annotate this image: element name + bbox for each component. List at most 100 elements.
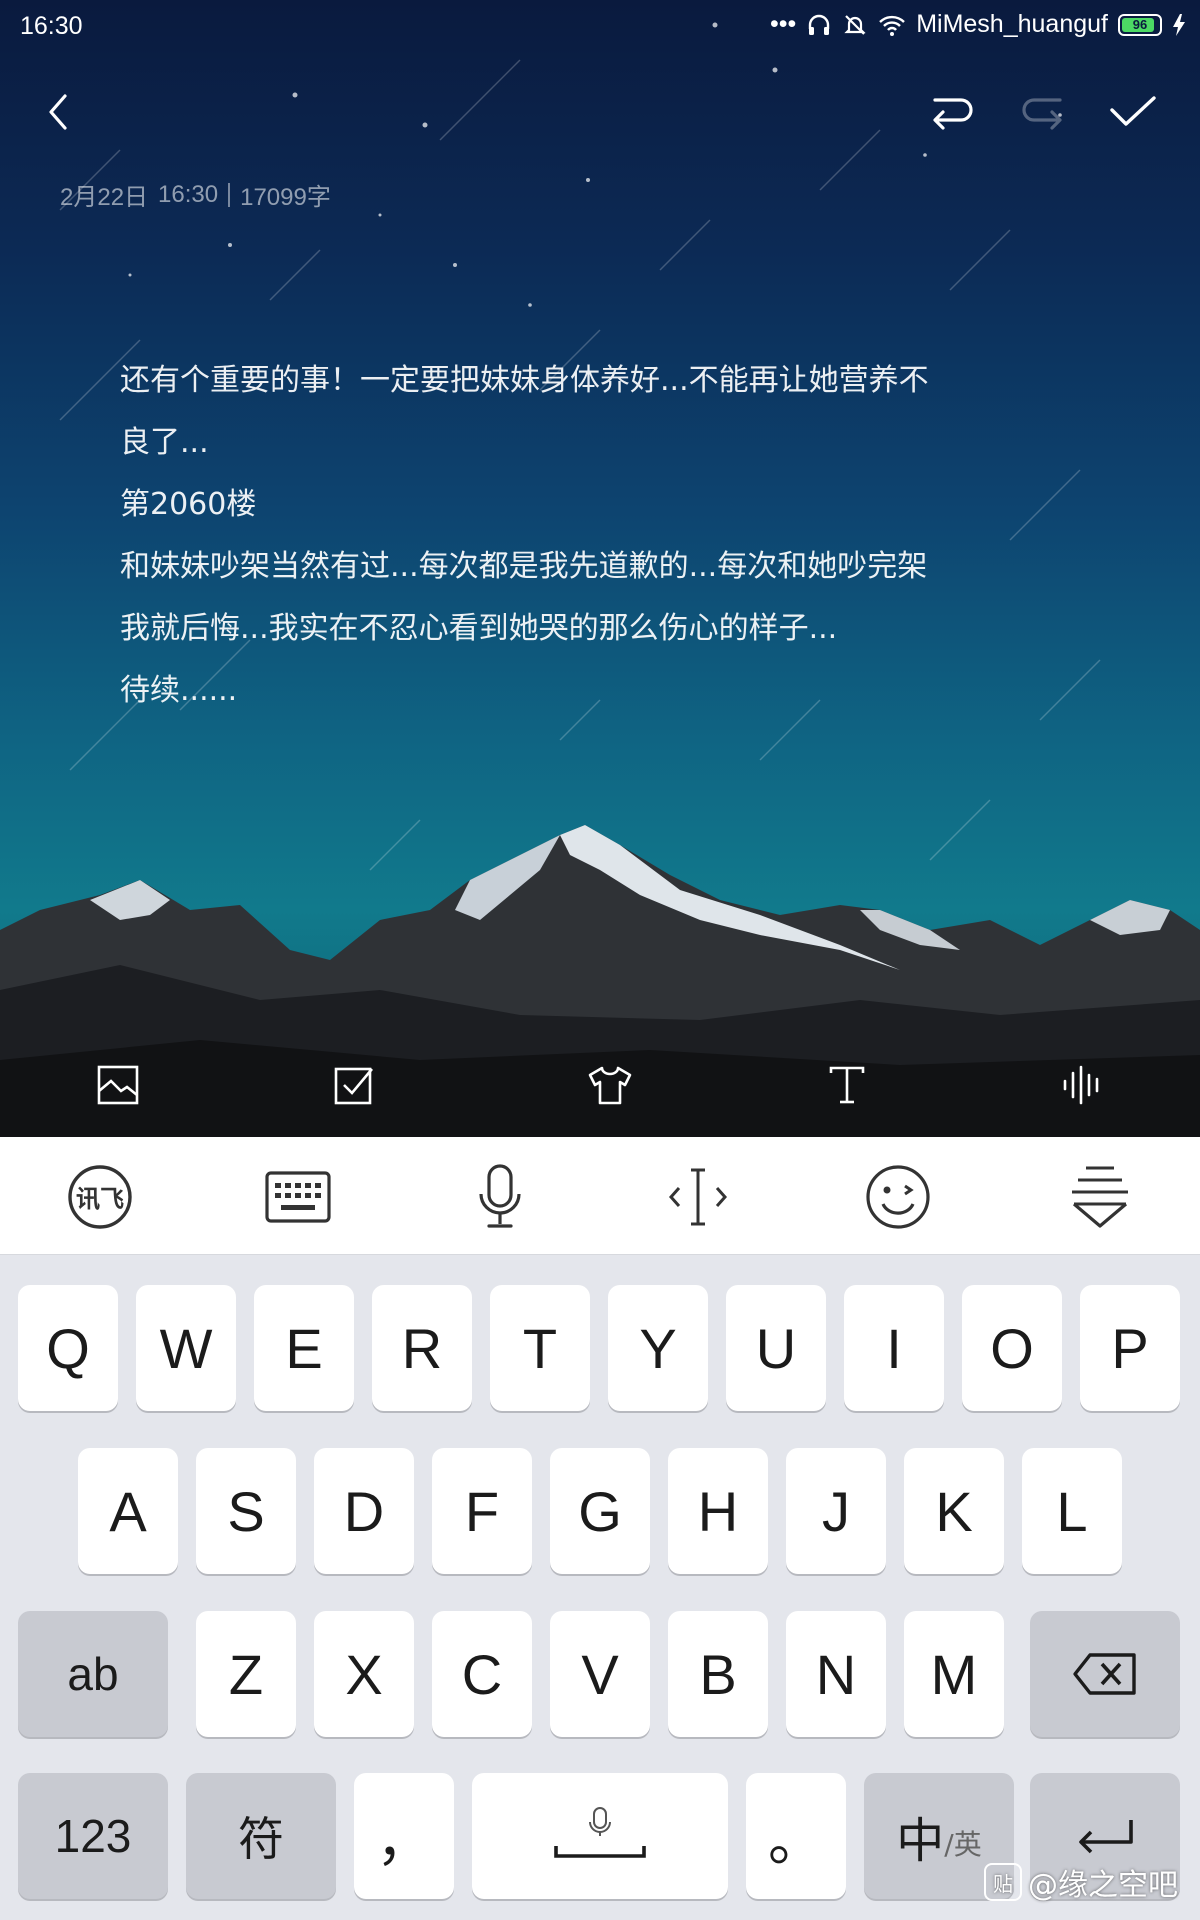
- comma-key[interactable]: ，: [354, 1773, 454, 1899]
- key-k[interactable]: K: [904, 1448, 1004, 1574]
- note-line: 我就后悔...我实在不忍心看到她哭的那么伤心的样子...: [120, 611, 838, 646]
- theme-shirt-icon: [588, 1066, 632, 1105]
- watermark: 贴 @缘之空吧: [984, 1860, 1178, 1904]
- key-o[interactable]: O: [962, 1285, 1062, 1411]
- hide-keyboard-button[interactable]: [1062, 1159, 1138, 1235]
- key-w[interactable]: W: [136, 1285, 236, 1411]
- emoji-icon: [866, 1165, 930, 1229]
- key-v[interactable]: V: [550, 1611, 650, 1737]
- note-date: 2月22日: [60, 184, 149, 211]
- keyboard-icon: [265, 1171, 331, 1223]
- theme-button[interactable]: [585, 1062, 635, 1108]
- lang-sub-label: /英: [944, 1828, 982, 1861]
- key-t[interactable]: T: [490, 1285, 590, 1411]
- enter-icon: [1079, 1820, 1133, 1854]
- key-q[interactable]: Q: [18, 1285, 118, 1411]
- note-editor-area: 16:30 ••• MiMesh_huanguf 96 2月22日 16:30 …: [0, 0, 1200, 1137]
- more-dots-icon: •••: [769, 10, 797, 38]
- back-button[interactable]: [36, 80, 80, 144]
- key-z[interactable]: Z: [196, 1611, 296, 1737]
- battery-level: 96: [1132, 17, 1148, 32]
- watermark-badge: 贴: [984, 1863, 1022, 1901]
- voice-input-button[interactable]: [462, 1159, 538, 1235]
- hide-keyboard-icon: [1072, 1166, 1128, 1228]
- key-r[interactable]: R: [372, 1285, 472, 1411]
- insert-checklist-button[interactable]: [330, 1062, 380, 1108]
- status-bar: 16:30 ••• MiMesh_huanguf 96: [0, 0, 1200, 52]
- key-f[interactable]: F: [432, 1448, 532, 1574]
- key-y[interactable]: Y: [608, 1285, 708, 1411]
- cursor-move-button[interactable]: [660, 1159, 736, 1235]
- wifi-network-name: MiMesh_huanguf: [916, 10, 1108, 38]
- ab-toggle-key[interactable]: ab: [18, 1611, 168, 1737]
- meta-divider: [228, 182, 231, 207]
- key-e[interactable]: E: [254, 1285, 354, 1411]
- checklist-icon: [334, 1067, 373, 1105]
- key-l[interactable]: L: [1022, 1448, 1122, 1574]
- space-key[interactable]: [472, 1773, 728, 1899]
- note-line: 第2060楼: [120, 487, 257, 522]
- note-body-text[interactable]: 还有个重要的事！一定要把妹妹身体养好...不能再让她营养不 良了... 第206…: [120, 350, 1060, 722]
- image-icon: [97, 1065, 139, 1105]
- note-line: 待续......: [120, 673, 238, 708]
- ifly-logo-button[interactable]: 讯飞: [62, 1159, 138, 1235]
- charging-bolt-icon: [1173, 13, 1185, 36]
- key-b[interactable]: B: [668, 1611, 768, 1737]
- keyboard-switch-button[interactable]: [260, 1159, 336, 1235]
- space-mic-icon: [554, 1807, 646, 1858]
- headphones-icon: [809, 14, 830, 35]
- key-h[interactable]: H: [668, 1448, 768, 1574]
- key-x[interactable]: X: [314, 1611, 414, 1737]
- key-n[interactable]: N: [786, 1611, 886, 1737]
- note-top-bar: [0, 80, 1200, 144]
- format-toolbar: [0, 1050, 1200, 1120]
- undo-button[interactable]: [925, 80, 979, 144]
- text-format-icon: [829, 1066, 865, 1104]
- status-time: 16:30: [20, 12, 83, 40]
- key-i[interactable]: I: [844, 1285, 944, 1411]
- wifi-icon: [879, 15, 906, 36]
- undo-icon: [933, 98, 973, 130]
- redo-icon: [1022, 98, 1062, 130]
- key-m[interactable]: M: [904, 1611, 1004, 1737]
- keyboard: Q W E R T Y U I O P A S D F G H J K L ab…: [0, 1255, 1200, 1920]
- ifly-logo-text: 讯飞: [76, 1185, 124, 1213]
- key-g[interactable]: G: [550, 1448, 650, 1574]
- voice-note-button[interactable]: [1058, 1062, 1108, 1108]
- key-p[interactable]: P: [1080, 1285, 1180, 1411]
- number-mode-key[interactable]: 123: [18, 1773, 168, 1899]
- note-meta: 2月22日 16:30 17099字: [60, 177, 331, 212]
- text-format-button[interactable]: [822, 1062, 872, 1108]
- key-s[interactable]: S: [196, 1448, 296, 1574]
- backspace-key[interactable]: [1030, 1611, 1180, 1737]
- backspace-icon: [1073, 1653, 1136, 1695]
- key-c[interactable]: C: [432, 1611, 532, 1737]
- key-d[interactable]: D: [314, 1448, 414, 1574]
- symbol-key[interactable]: 符: [186, 1773, 336, 1899]
- key-j[interactable]: J: [786, 1448, 886, 1574]
- emoji-button[interactable]: [860, 1159, 936, 1235]
- note-line: 还有个重要的事！一定要把妹妹身体养好...不能再让她营养不: [120, 363, 929, 398]
- insert-image-button[interactable]: [93, 1062, 143, 1108]
- status-indicators: ••• MiMesh_huanguf 96: [770, 10, 1186, 39]
- confirm-button[interactable]: [1105, 80, 1161, 144]
- redo-button[interactable]: [1016, 80, 1070, 144]
- key-a[interactable]: A: [78, 1448, 178, 1574]
- note-word-count: 17099字: [240, 184, 331, 211]
- watermark-text: @缘之空吧: [1028, 1868, 1178, 1903]
- microphone-icon: [479, 1164, 521, 1228]
- chevron-left-icon: [49, 94, 67, 130]
- ifly-logo-icon: 讯飞: [68, 1165, 132, 1229]
- audio-icon: [1063, 1065, 1099, 1105]
- battery-icon: 96: [1118, 13, 1162, 36]
- check-icon: [1110, 96, 1156, 126]
- note-time: 16:30: [158, 180, 219, 208]
- lang-main-label: 中: [896, 1813, 945, 1869]
- mute-bell-icon: [844, 14, 866, 35]
- note-line: 良了...: [120, 425, 209, 460]
- period-key[interactable]: 。: [746, 1773, 846, 1899]
- ime-toolbar: 讯飞: [0, 1137, 1200, 1255]
- key-u[interactable]: U: [726, 1285, 826, 1411]
- cursor-move-icon: [668, 1168, 728, 1226]
- note-line: 和妹妹吵架当然有过...每次都是我先道歉的...每次和她吵完架: [120, 549, 928, 584]
